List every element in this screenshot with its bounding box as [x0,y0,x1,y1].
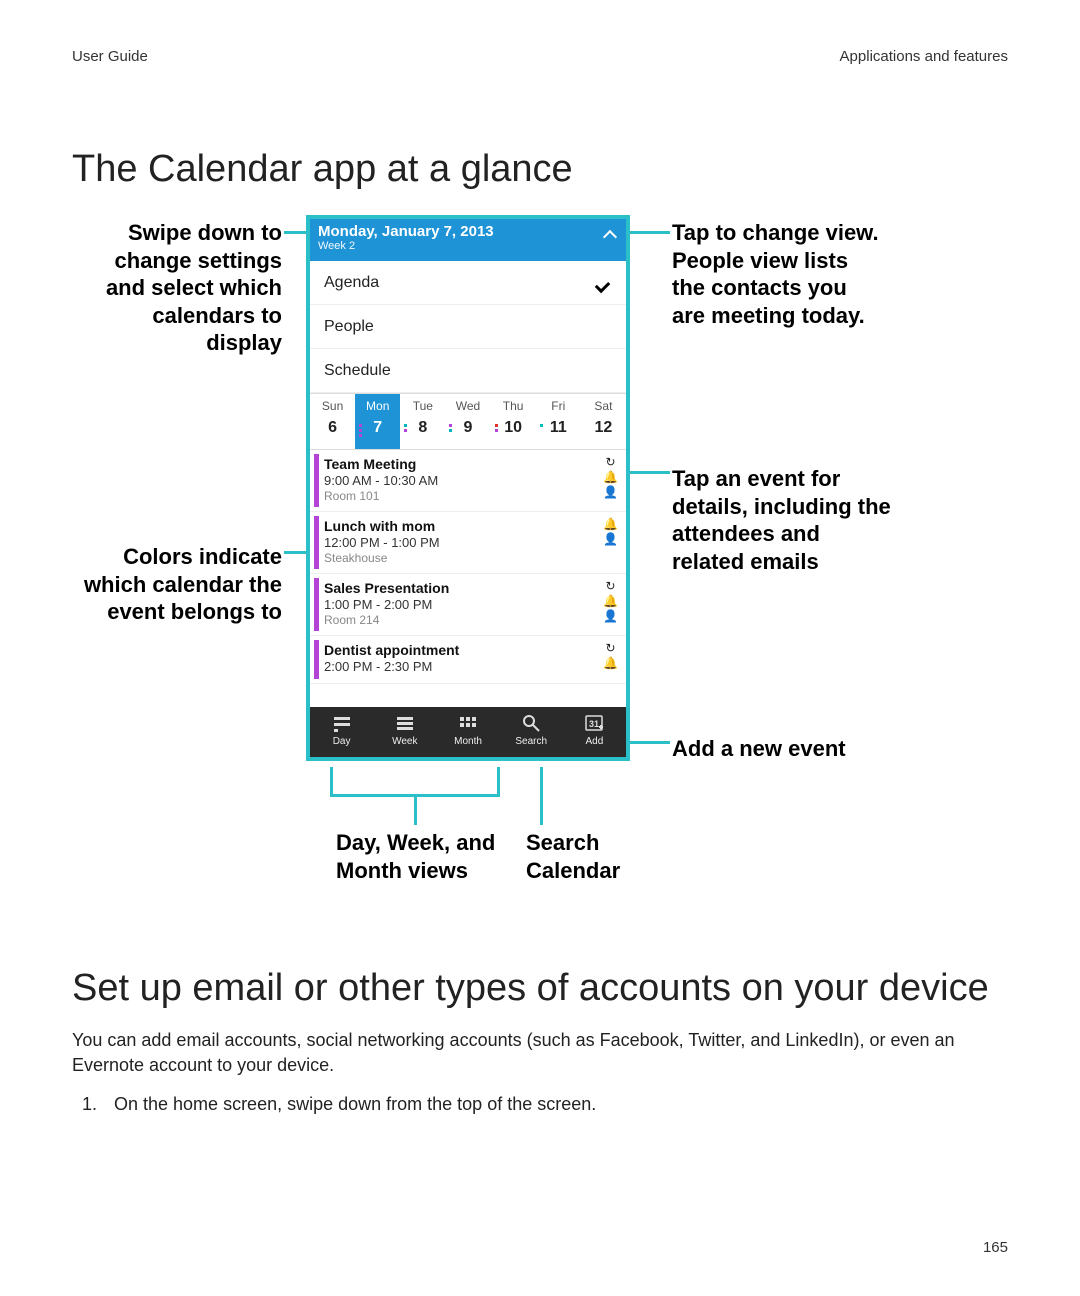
leader-swipe [284,231,306,234]
tab-add[interactable]: 31 Add [563,707,626,757]
leader-search [540,767,543,825]
tab-label: Day [333,736,351,747]
checkmark-icon [596,273,614,291]
day-cell-sun[interactable]: Sun6 [310,394,355,449]
event-color-bar [314,454,319,507]
phone-screenshot: Monday, January 7, 2013 Week 2 Agenda Pe… [306,215,630,761]
event-title: Team Meeting [324,456,616,472]
search-icon [521,713,541,733]
event-title: Dentist appointment [324,642,616,658]
event-location: Room 101 [324,489,616,503]
accounts-steps: On the home screen, swipe down from the … [102,1092,1008,1117]
event-item[interactable]: Lunch with mom 12:00 PM - 1:00 PM Steakh… [310,512,626,574]
month-view-icon [458,713,478,733]
event-location: Steakhouse [324,551,616,565]
header-right: Applications and features [840,48,1008,65]
event-location: Room 214 [324,613,616,627]
repeat-icon: ↻ [605,456,615,468]
event-time: 9:00 AM - 10:30 AM [324,473,616,488]
event-title: Sales Presentation [324,580,616,596]
day-view-icon [332,713,352,733]
tab-label: Month [454,736,482,747]
person-icon: 👤 [603,610,618,622]
bell-icon: 🔔 [603,595,618,607]
tab-search[interactable]: Search [500,707,563,757]
view-option-agenda[interactable]: Agenda [310,261,626,305]
day-cell-fri[interactable]: Fri11 [536,394,581,449]
event-indicator-icons: ↻ 🔔 👤 [603,456,618,498]
view-option-label: Agenda [324,274,379,291]
callout-colors: Colors indicate which calendar the event… [72,543,282,626]
bell-icon: 🔔 [603,657,618,669]
bracket-dwm [330,767,500,797]
step-1: On the home screen, swipe down from the … [102,1092,1008,1117]
view-option-label: Schedule [324,362,391,379]
callout-tap-view: Tap to change view. People view lists th… [672,219,882,329]
callout-add-event: Add a new event [672,735,882,763]
tab-label: Search [515,736,547,747]
event-time: 1:00 PM - 2:00 PM [324,597,616,612]
tab-label: Week [392,736,417,747]
day-cell-thu[interactable]: Thu10 [491,394,536,449]
leader-add [630,741,670,744]
checkmark-icon [596,317,614,335]
bell-icon: 🔔 [603,471,618,483]
add-event-icon: 31 [584,713,604,733]
callout-search-calendar: Search Calendar [526,829,676,884]
event-indicator-icons: ↻🔔 [603,642,618,669]
leader-tapview [630,231,670,234]
leader-dwm [414,797,417,825]
event-list: Team Meeting 9:00 AM - 10:30 AM Room 101… [310,450,626,684]
tab-month[interactable]: Month [436,707,499,757]
tab-label: Add [586,736,604,747]
header-left: User Guide [72,48,148,65]
callout-day-week-month: Day, Week, and Month views [336,829,506,884]
week-view-icon [395,713,415,733]
event-indicator-icons: 🔔👤 [603,518,618,545]
event-indicator-icons: ↻ 🔔 👤 [603,580,618,622]
event-item[interactable]: Dentist appointment 2:00 PM - 2:30 PM ↻🔔 [310,636,626,684]
chevron-up-icon[interactable] [602,227,618,243]
event-item[interactable]: Team Meeting 9:00 AM - 10:30 AM Room 101… [310,450,626,512]
section-title-calendar: The Calendar app at a glance [72,148,1008,191]
page-number: 165 [983,1239,1008,1256]
accounts-paragraph: You can add email accounts, social netwo… [72,1028,1008,1078]
bottom-tab-bar: Day Week Month Search 31 Add [310,707,626,757]
callout-tap-event: Tap an event for details, including the … [672,465,892,575]
event-time: 12:00 PM - 1:00 PM [324,535,616,550]
repeat-icon: ↻ [605,642,615,654]
event-time: 2:00 PM - 2:30 PM [324,659,616,674]
tab-day[interactable]: Day [310,707,373,757]
view-option-schedule[interactable]: Schedule [310,349,626,393]
event-color-bar [314,578,319,631]
event-color-bar [314,516,319,569]
calendar-header[interactable]: Monday, January 7, 2013 Week 2 [310,219,626,261]
header-week: Week 2 [318,240,618,252]
leader-tapevent [630,471,670,474]
view-option-people[interactable]: People [310,305,626,349]
repeat-icon: ↻ [605,580,615,592]
checkmark-icon [596,361,614,379]
day-cell-sat[interactable]: Sat12 [581,394,626,449]
week-strip: Sun6 Mon7 Tue8 Wed9 Thu10 Fri11 Sat12 [310,394,626,450]
person-icon: 👤 [603,533,618,545]
day-cell-mon[interactable]: Mon7 [355,394,400,449]
tab-week[interactable]: Week [373,707,436,757]
view-chooser: Agenda People Schedule [310,261,626,394]
event-item[interactable]: Sales Presentation 1:00 PM - 2:00 PM Roo… [310,574,626,636]
day-cell-tue[interactable]: Tue8 [400,394,445,449]
section-title-accounts: Set up email or other types of accounts … [72,967,1008,1010]
svg-text:31: 31 [589,719,599,729]
view-option-label: People [324,318,374,335]
header-date: Monday, January 7, 2013 [318,223,618,240]
calendar-diagram: Swipe down to change settings and select… [72,215,1008,935]
event-color-bar [314,640,319,679]
day-cell-wed[interactable]: Wed9 [445,394,490,449]
event-title: Lunch with mom [324,518,616,534]
person-icon: 👤 [603,486,618,498]
callout-swipe-settings: Swipe down to change settings and select… [72,219,282,357]
bell-icon: 🔔 [603,518,618,530]
